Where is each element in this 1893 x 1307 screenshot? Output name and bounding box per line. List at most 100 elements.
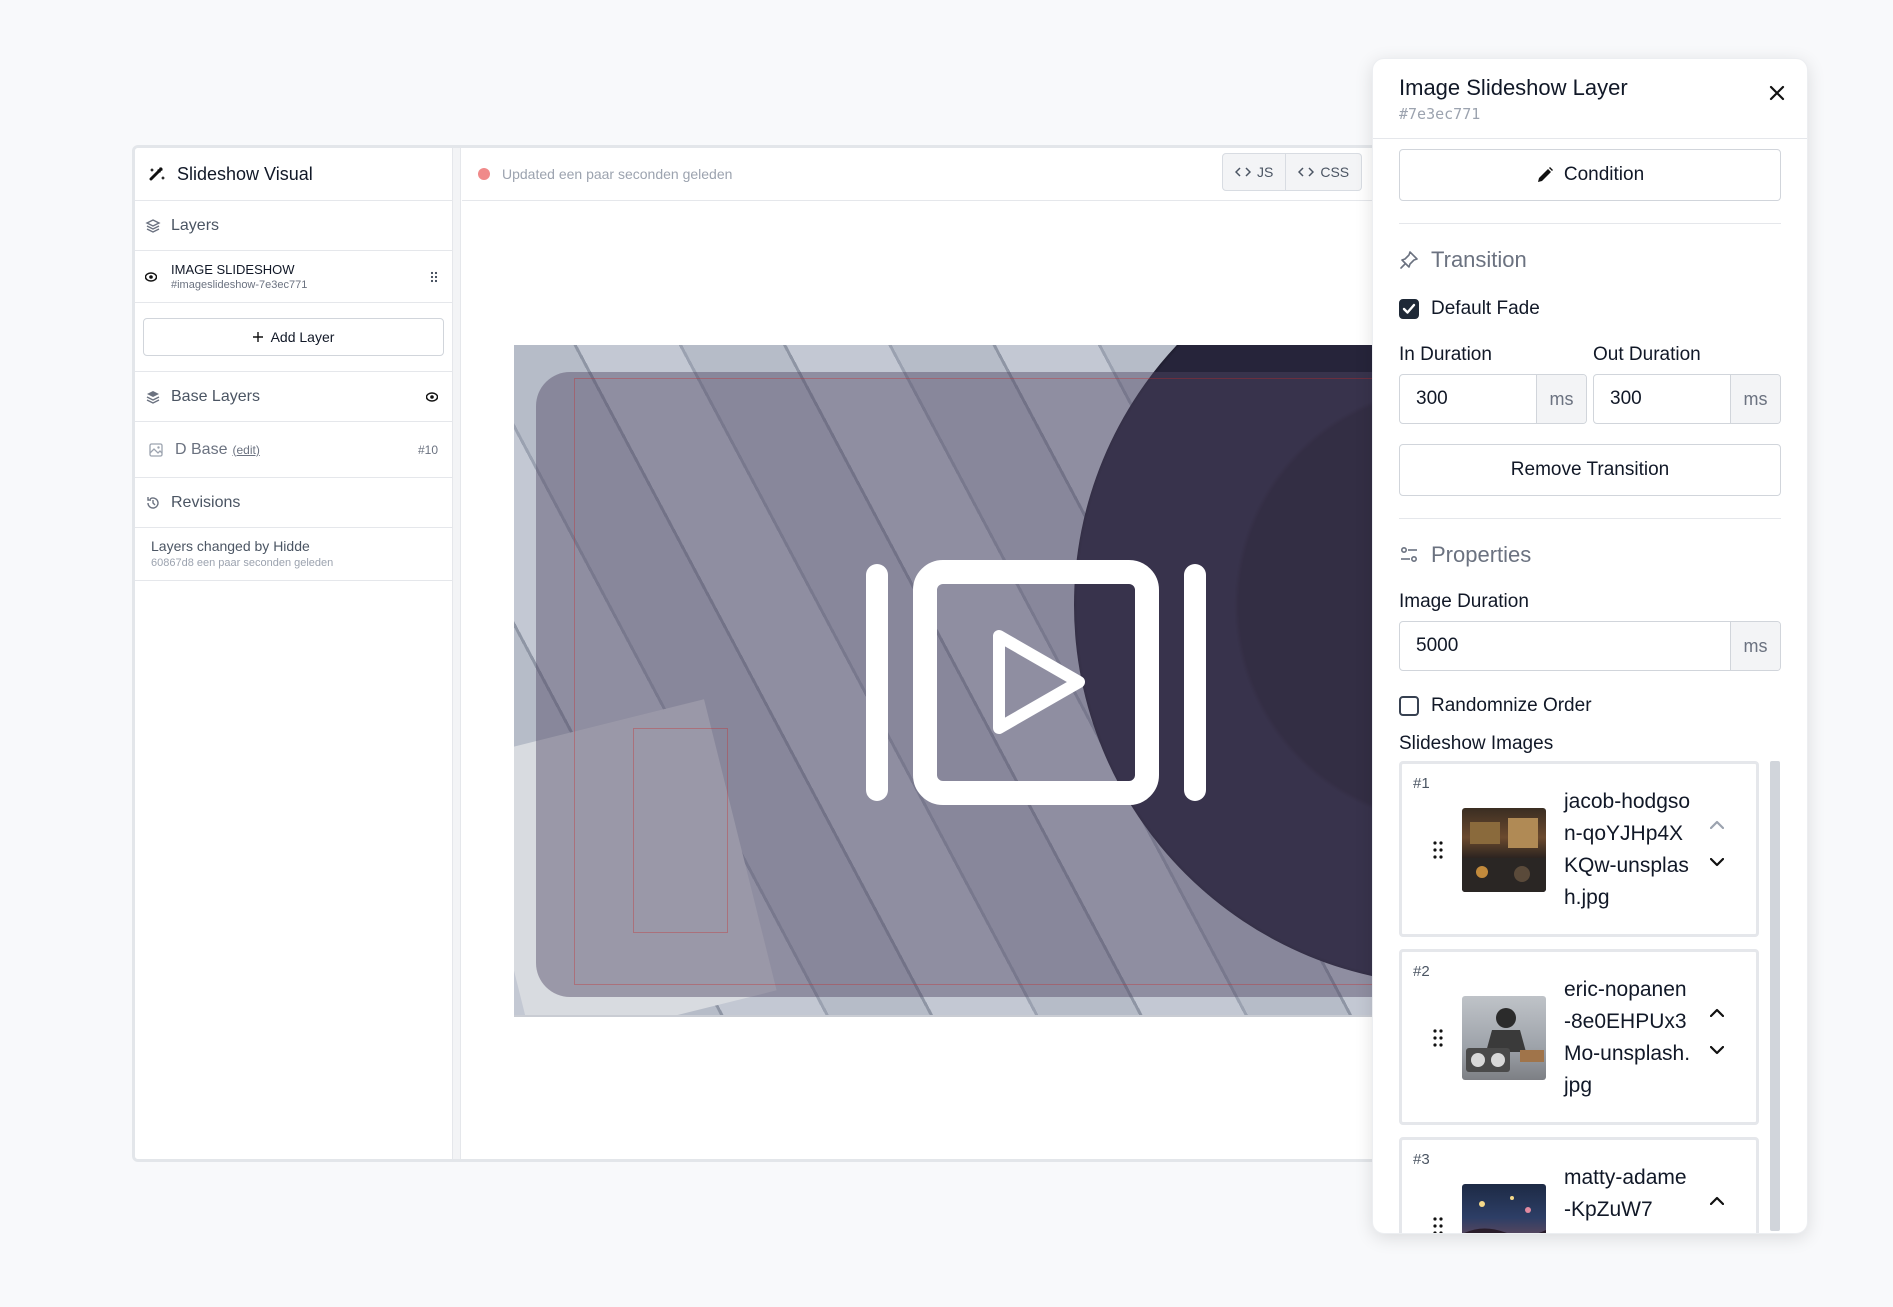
sidebar: Slideshow Visual Layers IMAGE SLIDESHOW … bbox=[135, 148, 453, 1159]
js-button[interactable]: JS bbox=[1222, 153, 1287, 191]
revisions-section-header: Revisions bbox=[135, 478, 452, 528]
drag-handle-icon[interactable] bbox=[1432, 1028, 1444, 1048]
base-layers-label: Base Layers bbox=[171, 387, 260, 405]
revision-title: Layers changed by Hidde bbox=[151, 538, 310, 554]
revision-item[interactable]: Layers changed by Hidde 60867d8 een paar… bbox=[135, 528, 452, 581]
image-filename: matty-adame-KpZuW7 bbox=[1564, 1166, 1687, 1221]
sidebar-resize-gutter[interactable] bbox=[453, 148, 461, 1159]
layer-item-image-slideshow[interactable]: IMAGE SLIDESHOW #imageslideshow-7e3ec771 bbox=[135, 251, 452, 303]
base-layer-edit-link[interactable]: (edit) bbox=[232, 443, 259, 457]
layers-section-header: Layers bbox=[135, 201, 452, 251]
remove-transition-button[interactable]: Remove Transition bbox=[1399, 444, 1781, 496]
css-label: CSS bbox=[1320, 164, 1350, 180]
drag-handle-icon[interactable] bbox=[430, 271, 438, 283]
chevron-down-icon[interactable] bbox=[1710, 858, 1724, 867]
default-fade-checkbox[interactable] bbox=[1399, 299, 1419, 319]
code-icon bbox=[1298, 167, 1315, 177]
panel-layer-id: #7e3ec771 bbox=[1399, 105, 1481, 123]
panel-body: Condition Transition Default Fade In Dur… bbox=[1399, 149, 1781, 1233]
properties-title: Properties bbox=[1431, 542, 1532, 567]
randomize-label: Randomnize Order bbox=[1431, 695, 1592, 716]
layers-icon bbox=[145, 218, 161, 233]
divider bbox=[1399, 223, 1781, 224]
properties-section-title: Properties bbox=[1399, 541, 1781, 569]
image-thumbnail bbox=[1462, 808, 1546, 892]
slideshow-play-icon bbox=[866, 560, 1206, 805]
transition-title: Transition bbox=[1431, 247, 1527, 272]
out-duration-input-group: 300 ms bbox=[1593, 374, 1781, 424]
image-duration-input[interactable]: 5000 bbox=[1400, 622, 1730, 670]
in-duration-input[interactable]: 300 bbox=[1400, 375, 1536, 423]
properties-panel: Image Slideshow Layer #7e3ec771 Conditio… bbox=[1372, 58, 1808, 1234]
images-scrollbar[interactable] bbox=[1770, 761, 1780, 1231]
image-number: #1 bbox=[1413, 775, 1430, 792]
history-icon bbox=[147, 496, 159, 509]
layers-label: Layers bbox=[171, 216, 220, 234]
randomize-row[interactable]: Randomnize Order bbox=[1399, 693, 1781, 719]
out-duration-column: Out Duration 300 ms bbox=[1593, 344, 1781, 424]
base-layer-id: #10 bbox=[417, 442, 438, 457]
status-text: Updated een paar seconden geleden bbox=[502, 166, 733, 182]
out-duration-input[interactable]: 300 bbox=[1594, 375, 1730, 423]
pin-icon bbox=[1400, 251, 1418, 269]
panel-title: Image Slideshow Layer bbox=[1399, 75, 1628, 100]
in-duration-column: In Duration 300 ms bbox=[1399, 344, 1587, 424]
sliders-icon bbox=[1400, 546, 1418, 563]
drag-handle-icon[interactable] bbox=[1432, 840, 1444, 860]
preview-topbar: Updated een paar seconden geleden JS CSS bbox=[462, 148, 1389, 201]
js-label: JS bbox=[1257, 164, 1274, 180]
out-duration-unit: ms bbox=[1730, 375, 1780, 423]
image-filename: eric-nopanen-8e0EHPUx3Mo-unsplash.jpg bbox=[1564, 978, 1691, 1097]
image-duration-unit: ms bbox=[1730, 622, 1780, 670]
slideshow-preview-canvas[interactable] bbox=[514, 345, 1389, 1017]
randomize-checkbox[interactable] bbox=[1399, 696, 1419, 716]
eye-icon[interactable] bbox=[426, 391, 438, 402]
image-card[interactable]: #2 eric-nopanen-8e0EHPUx3Mo-unsplash.jpg bbox=[1399, 949, 1759, 1125]
close-icon[interactable] bbox=[1769, 85, 1785, 101]
default-fade-label: Default Fade bbox=[1431, 298, 1540, 319]
transition-section-title: Transition bbox=[1399, 246, 1781, 274]
duration-row: In Duration 300 ms Out Duration 300 ms bbox=[1399, 344, 1781, 424]
default-fade-row[interactable]: Default Fade bbox=[1399, 296, 1781, 322]
in-duration-label: In Duration bbox=[1399, 344, 1492, 365]
condition-label: Condition bbox=[1563, 164, 1645, 185]
chevron-up-icon[interactable] bbox=[1710, 1196, 1724, 1205]
image-duration-input-group: 5000 ms bbox=[1399, 621, 1781, 671]
in-duration-unit: ms bbox=[1536, 375, 1586, 423]
layer-item-text: IMAGE SLIDESHOW #imageslideshow-7e3ec771 bbox=[171, 262, 307, 291]
base-layer-item[interactable]: D Base (edit) #10 bbox=[135, 422, 452, 478]
image-filename: jacob-hodgson-qoYJHp4XKQw-unsplash.jpg bbox=[1564, 790, 1691, 909]
image-number: #2 bbox=[1413, 963, 1430, 980]
add-layer-button[interactable]: Add Layer bbox=[143, 318, 444, 356]
chevron-up-icon[interactable] bbox=[1710, 1008, 1724, 1017]
thumbnail-boombox-icon bbox=[1466, 1008, 1544, 1072]
revisions-label: Revisions bbox=[171, 493, 241, 511]
layout-guide bbox=[633, 728, 728, 933]
slideshow-images-label: Slideshow Images bbox=[1399, 733, 1554, 754]
layer-subtitle: #imageslideshow-7e3ec771 bbox=[171, 279, 308, 291]
base-layer-name: D Base bbox=[175, 440, 228, 458]
thumbnail-crowd-icon bbox=[1464, 1196, 1546, 1233]
condition-button[interactable]: Condition bbox=[1399, 149, 1781, 201]
chevron-down-icon[interactable] bbox=[1710, 1046, 1724, 1055]
image-duration-label: Image Duration bbox=[1399, 591, 1529, 612]
chevron-up-icon[interactable] bbox=[1710, 820, 1724, 829]
panel-header: Image Slideshow Layer #7e3ec771 bbox=[1373, 59, 1807, 139]
add-layer-wrapper: Add Layer bbox=[135, 303, 452, 372]
out-duration-label: Out Duration bbox=[1593, 344, 1701, 365]
status-indicator bbox=[478, 168, 490, 180]
layer-title: IMAGE SLIDESHOW bbox=[171, 262, 295, 277]
image-icon bbox=[149, 442, 163, 457]
css-button[interactable]: CSS bbox=[1286, 153, 1363, 191]
eye-icon[interactable] bbox=[145, 271, 157, 282]
add-layer-label: Add Layer bbox=[270, 329, 335, 345]
checkmark-icon bbox=[1402, 303, 1416, 314]
image-card[interactable]: #1 jacob-hodgson-qoYJHp4XKQw-unsplash.jp… bbox=[1399, 761, 1759, 937]
image-thumbnail bbox=[1462, 996, 1546, 1080]
layers-icon bbox=[146, 390, 160, 404]
revision-subtitle: 60867d8 een paar seconden geleden bbox=[151, 557, 334, 569]
divider bbox=[1399, 518, 1781, 519]
slideshow-tools-icon bbox=[149, 167, 165, 181]
image-card[interactable]: #3 matty-adame-KpZuW7 bbox=[1399, 1137, 1759, 1234]
drag-handle-icon[interactable] bbox=[1432, 1216, 1444, 1234]
